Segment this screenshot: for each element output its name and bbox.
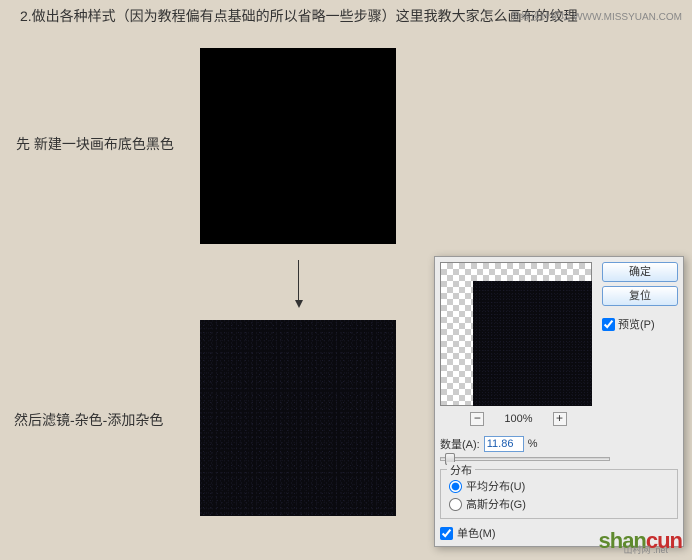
gaussian-radio[interactable]	[449, 498, 462, 511]
zoom-percent: 100%	[504, 413, 532, 425]
add-noise-dialog: − 100% + 确定 复位 预览(P) 数量(A): % 分布 平均分布(U)	[434, 256, 684, 547]
logo-subtext: 山村网 .net	[623, 543, 668, 556]
source-watermark: 思缘设计论坛 WWW.MISSYUAN.COM	[510, 8, 682, 23]
amount-input[interactable]	[484, 436, 524, 452]
tutorial-step-title: 2.做出各种样式（因为教程偏有点基础的所以省略一些步骤）这里我教大家怎么画布的纹…	[20, 6, 578, 26]
amount-label: 数量(A):	[440, 436, 480, 452]
uniform-label: 平均分布(U)	[466, 478, 525, 494]
arrow-down	[295, 260, 301, 310]
step2-canvas-noise	[200, 320, 396, 516]
uniform-radio[interactable]	[449, 480, 462, 493]
step1-canvas-black	[200, 48, 396, 244]
zoom-out-button[interactable]: −	[470, 412, 484, 426]
amount-unit: %	[528, 438, 538, 450]
amount-slider[interactable]	[440, 457, 610, 461]
gaussian-label: 高斯分布(G)	[466, 496, 526, 512]
ok-button[interactable]: 确定	[602, 262, 678, 282]
step1-label: 先 新建一块画布底色黑色	[16, 134, 174, 154]
zoom-controls: − 100% +	[440, 412, 597, 426]
noise-preview-box[interactable]	[440, 262, 592, 406]
noise-preview-image	[473, 281, 592, 406]
distribution-title: 分布	[447, 462, 475, 478]
cancel-button[interactable]: 复位	[602, 286, 678, 306]
monochrome-label: 单色(M)	[457, 525, 496, 541]
zoom-in-button[interactable]: +	[553, 412, 567, 426]
gaussian-radio-row[interactable]: 高斯分布(G)	[449, 496, 669, 512]
uniform-radio-row[interactable]: 平均分布(U)	[449, 478, 669, 494]
step2-label: 然后滤镜-杂色-添加杂色	[14, 410, 163, 430]
distribution-group: 分布 平均分布(U) 高斯分布(G)	[440, 469, 678, 519]
amount-row: 数量(A): %	[440, 436, 678, 452]
preview-checkbox-label: 预览(P)	[618, 316, 655, 332]
preview-checkbox-row[interactable]: 预览(P)	[602, 316, 678, 332]
monochrome-checkbox[interactable]	[440, 527, 453, 540]
preview-checkbox[interactable]	[602, 318, 615, 331]
